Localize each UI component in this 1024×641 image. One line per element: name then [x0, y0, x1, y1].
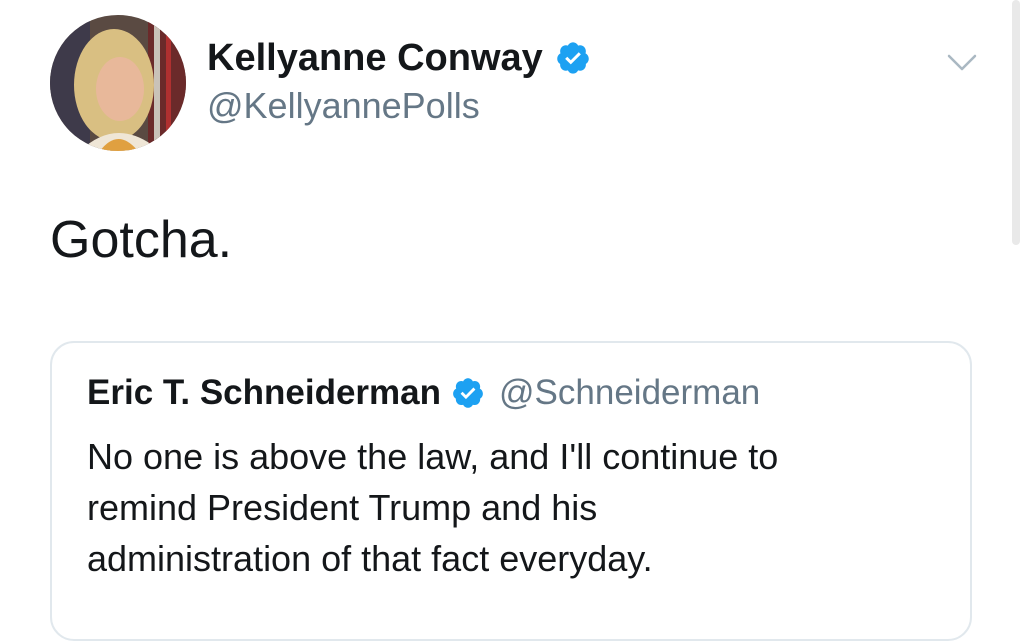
quoted-author-handle[interactable]: @Schneiderman	[499, 369, 760, 417]
quoted-tweet-card[interactable]: Eric T. Schneiderman @Schneiderman No on…	[50, 341, 972, 641]
author-name[interactable]: Kellyanne Conway	[207, 36, 591, 80]
verified-badge-icon	[555, 40, 591, 76]
author-handle[interactable]: @KellyannePolls	[207, 84, 480, 128]
quoted-author-name[interactable]: Eric T. Schneiderman	[87, 369, 441, 417]
chevron-down-icon[interactable]	[946, 50, 978, 74]
author-name-text[interactable]: Kellyanne Conway	[207, 36, 543, 80]
tweet-text: Gotcha.	[50, 211, 233, 269]
quoted-tweet-text: No one is above the law, and I'll contin…	[87, 431, 947, 584]
avatar-photo	[50, 15, 186, 151]
verified-badge-icon	[451, 376, 485, 410]
scrollbar[interactable]	[1012, 0, 1020, 245]
avatar[interactable]	[50, 15, 186, 151]
quoted-tweet-line: administration of that fact everyday.	[87, 538, 653, 579]
quoted-tweet-line: remind President Trump and his	[87, 487, 598, 528]
quoted-tweet-header: Eric T. Schneiderman @Schneiderman	[87, 369, 760, 417]
quoted-tweet-line: No one is above the law, and I'll contin…	[87, 436, 779, 477]
